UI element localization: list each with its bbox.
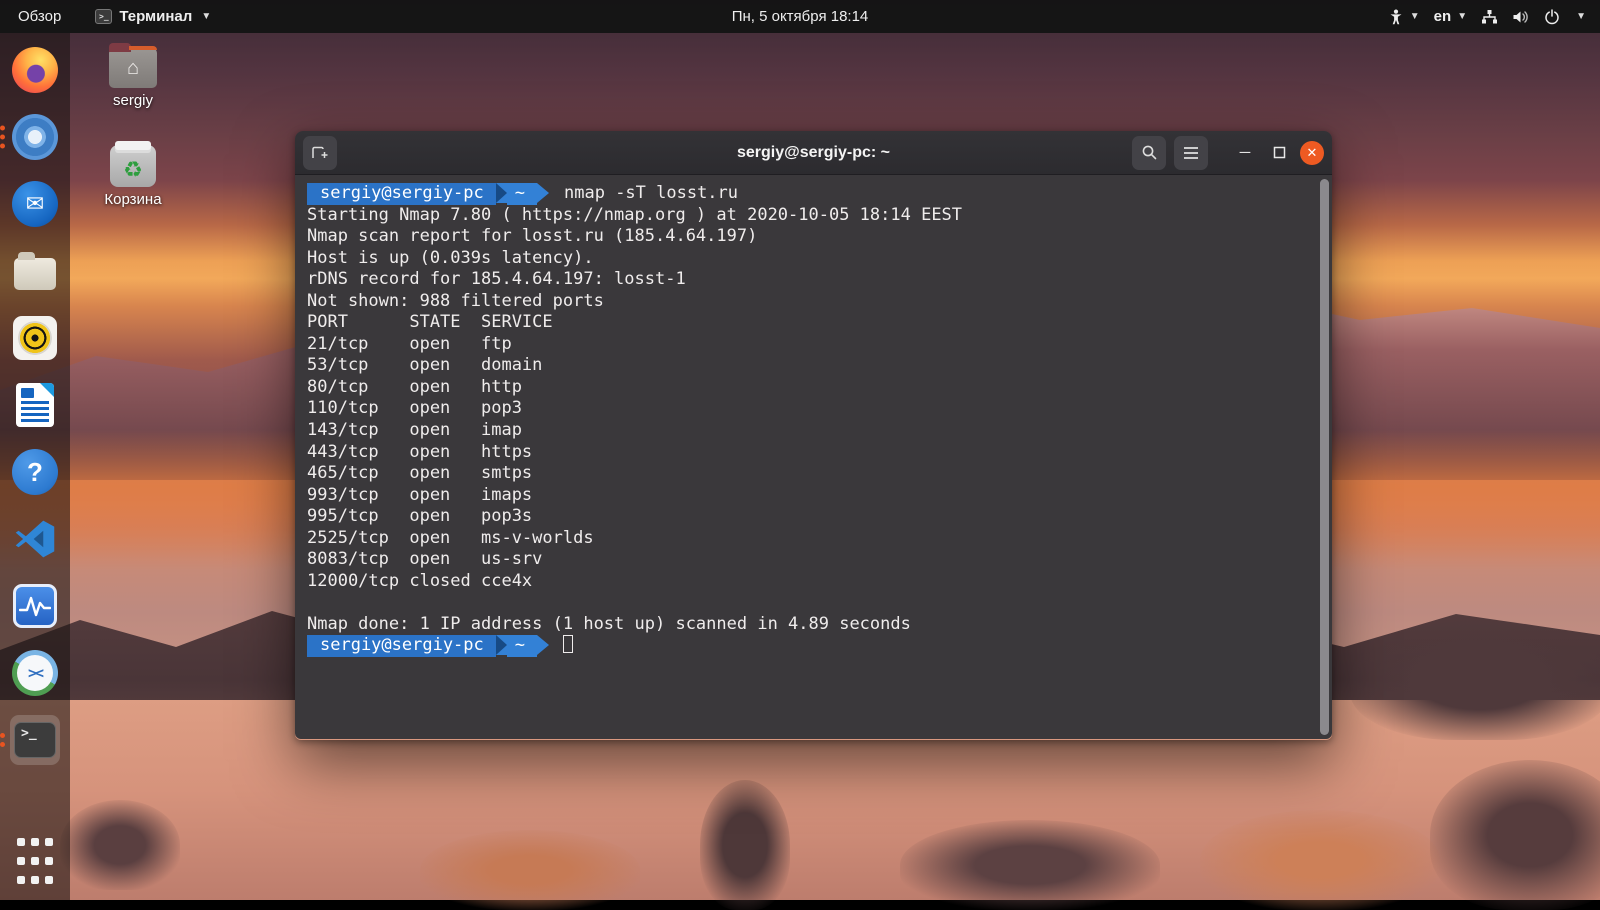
accessibility-menu[interactable]: ▼ bbox=[1388, 9, 1420, 25]
prompt-divider-icon bbox=[496, 635, 507, 655]
terminal-output-line: 12000/tcp closed cce4x bbox=[307, 571, 1310, 593]
chevron-down-icon: ▼ bbox=[201, 11, 211, 22]
prompt-user-host: sergiy@sergiy-pc bbox=[307, 635, 496, 657]
terminal-output-line: Nmap done: 1 IP address (1 host up) scan… bbox=[307, 614, 1310, 636]
terminal-icon: >_ bbox=[14, 722, 56, 758]
dock-item-files[interactable] bbox=[10, 246, 60, 296]
dock-item-system-monitor[interactable] bbox=[10, 581, 60, 631]
search-button[interactable] bbox=[1132, 136, 1166, 170]
terminal-output-line: Nmap scan report for losst.ru (185.4.64.… bbox=[307, 226, 1310, 248]
prompt-cwd: ~ bbox=[507, 635, 537, 657]
terminal-output-line: 465/tcp open smtps bbox=[307, 463, 1310, 485]
terminal-output-line: 443/tcp open https bbox=[307, 442, 1310, 464]
dock-item-rhythmbox[interactable] bbox=[10, 313, 60, 363]
app-menu[interactable]: >_ Терминал ▼ bbox=[95, 8, 211, 25]
terminal-icon: >_ bbox=[95, 9, 112, 24]
show-applications-button[interactable] bbox=[10, 836, 60, 886]
terminal-output-line bbox=[307, 592, 1310, 614]
terminal-output-line: 21/tcp open ftp bbox=[307, 334, 1310, 356]
terminal-output-line: 110/tcp open pop3 bbox=[307, 398, 1310, 420]
system-monitor-icon bbox=[13, 584, 57, 628]
terminal-prompt-line: sergiy@sergiy-pc ~ bbox=[307, 635, 1310, 657]
close-button[interactable]: ✕ bbox=[1300, 141, 1324, 165]
maximize-button[interactable] bbox=[1266, 140, 1292, 166]
terminal-output-line: 80/tcp open http bbox=[307, 377, 1310, 399]
terminal-output-line: Starting Nmap 7.80 ( https://nmap.org ) … bbox=[307, 205, 1310, 227]
network-icon[interactable] bbox=[1481, 9, 1498, 25]
prompt-cwd: ~ bbox=[507, 183, 537, 205]
desktop-icon-label: sergiy bbox=[113, 92, 153, 109]
desktop-icon-label: Корзина bbox=[104, 191, 161, 208]
running-indicator bbox=[0, 733, 5, 747]
running-indicator bbox=[0, 126, 5, 149]
prompt-user-host: sergiy@sergiy-pc bbox=[307, 183, 496, 205]
scrollbar[interactable] bbox=[1320, 179, 1329, 735]
language-menu[interactable]: en ▼ bbox=[1434, 8, 1467, 25]
terminal-output-line: 8083/tcp open us-srv bbox=[307, 549, 1310, 571]
terminal-titlebar[interactable]: sergiy@sergiy-pc: ~ ─ ✕ bbox=[295, 131, 1332, 175]
scrollbar-thumb[interactable] bbox=[1320, 179, 1329, 735]
dock-item-vscode[interactable] bbox=[10, 514, 60, 564]
activities-button[interactable]: Обзор bbox=[10, 6, 69, 27]
prompt-divider-icon bbox=[496, 183, 507, 203]
remote-desktop-icon: >< bbox=[12, 650, 58, 696]
prompt-arrow-icon bbox=[537, 183, 549, 203]
accessibility-icon bbox=[1388, 9, 1404, 25]
minimize-button[interactable]: ─ bbox=[1232, 140, 1258, 166]
dock-item-firefox[interactable] bbox=[10, 45, 60, 95]
chevron-down-icon: ▼ bbox=[1410, 11, 1420, 22]
thunderbird-icon: ✉ bbox=[12, 181, 58, 227]
dock: ✉ ? >< >_ bbox=[0, 33, 70, 900]
terminal-output-line: 143/tcp open imap bbox=[307, 420, 1310, 442]
terminal-output-line: PORT STATE SERVICE bbox=[307, 312, 1310, 334]
chevron-down-icon: ▼ bbox=[1457, 11, 1467, 22]
terminal-output-line: Host is up (0.039s latency). bbox=[307, 248, 1310, 270]
terminal-output-line: 53/tcp open domain bbox=[307, 355, 1310, 377]
dock-item-terminal[interactable]: >_ bbox=[10, 715, 60, 765]
trash-icon: ♻ bbox=[110, 145, 156, 187]
libreoffice-writer-icon bbox=[16, 383, 54, 427]
top-bar: Обзор >_ Терминал ▼ Пн, 5 октября 18:14 … bbox=[0, 0, 1600, 33]
clock[interactable]: Пн, 5 октября 18:14 bbox=[732, 8, 869, 25]
vscode-icon bbox=[13, 517, 57, 561]
power-icon[interactable] bbox=[1544, 9, 1560, 25]
desktop-icon-home-folder[interactable]: ⌂ sergiy bbox=[95, 48, 171, 109]
terminal-window: sergiy@sergiy-pc: ~ ─ ✕ sergiy@sergiy-pc… bbox=[295, 131, 1332, 740]
new-tab-button[interactable] bbox=[303, 136, 337, 170]
command-text: nmap -sT losst.ru bbox=[549, 183, 738, 203]
terminal-cursor bbox=[563, 635, 573, 653]
volume-icon[interactable] bbox=[1512, 9, 1530, 25]
desktop-icon-trash[interactable]: ♻ Корзина bbox=[95, 145, 171, 208]
prompt-arrow-icon bbox=[537, 635, 549, 655]
dock-item-help[interactable]: ? bbox=[10, 447, 60, 497]
dock-item-chromium[interactable] bbox=[10, 112, 60, 162]
files-icon bbox=[14, 258, 56, 290]
dock-item-remote-desktop[interactable]: >< bbox=[10, 648, 60, 698]
app-menu-label: Терминал bbox=[119, 8, 192, 25]
firefox-icon bbox=[12, 47, 58, 93]
menu-button[interactable] bbox=[1174, 136, 1208, 170]
terminal-output-line: rDNS record for 185.4.64.197: losst-1 bbox=[307, 269, 1310, 291]
home-folder-icon: ⌂ bbox=[109, 48, 157, 88]
rhythmbox-icon bbox=[13, 316, 57, 360]
terminal-screen[interactable]: sergiy@sergiy-pc ~ nmap -sT losst.ru Start… bbox=[295, 175, 1332, 739]
dock-item-writer[interactable] bbox=[10, 380, 60, 430]
system-menu-chevron-icon[interactable]: ▼ bbox=[1576, 11, 1586, 22]
terminal-output-line: Not shown: 988 filtered ports bbox=[307, 291, 1310, 313]
help-icon: ? bbox=[12, 449, 58, 495]
chromium-icon bbox=[12, 114, 58, 160]
dock-item-thunderbird[interactable]: ✉ bbox=[10, 179, 60, 229]
language-label: en bbox=[1434, 8, 1452, 25]
terminal-output-line: 993/tcp open imaps bbox=[307, 485, 1310, 507]
terminal-output-line: 995/tcp open pop3s bbox=[307, 506, 1310, 528]
terminal-output-line: 2525/tcp open ms-v-worlds bbox=[307, 528, 1310, 550]
terminal-prompt-line: sergiy@sergiy-pc ~ nmap -sT losst.ru bbox=[307, 183, 1310, 205]
